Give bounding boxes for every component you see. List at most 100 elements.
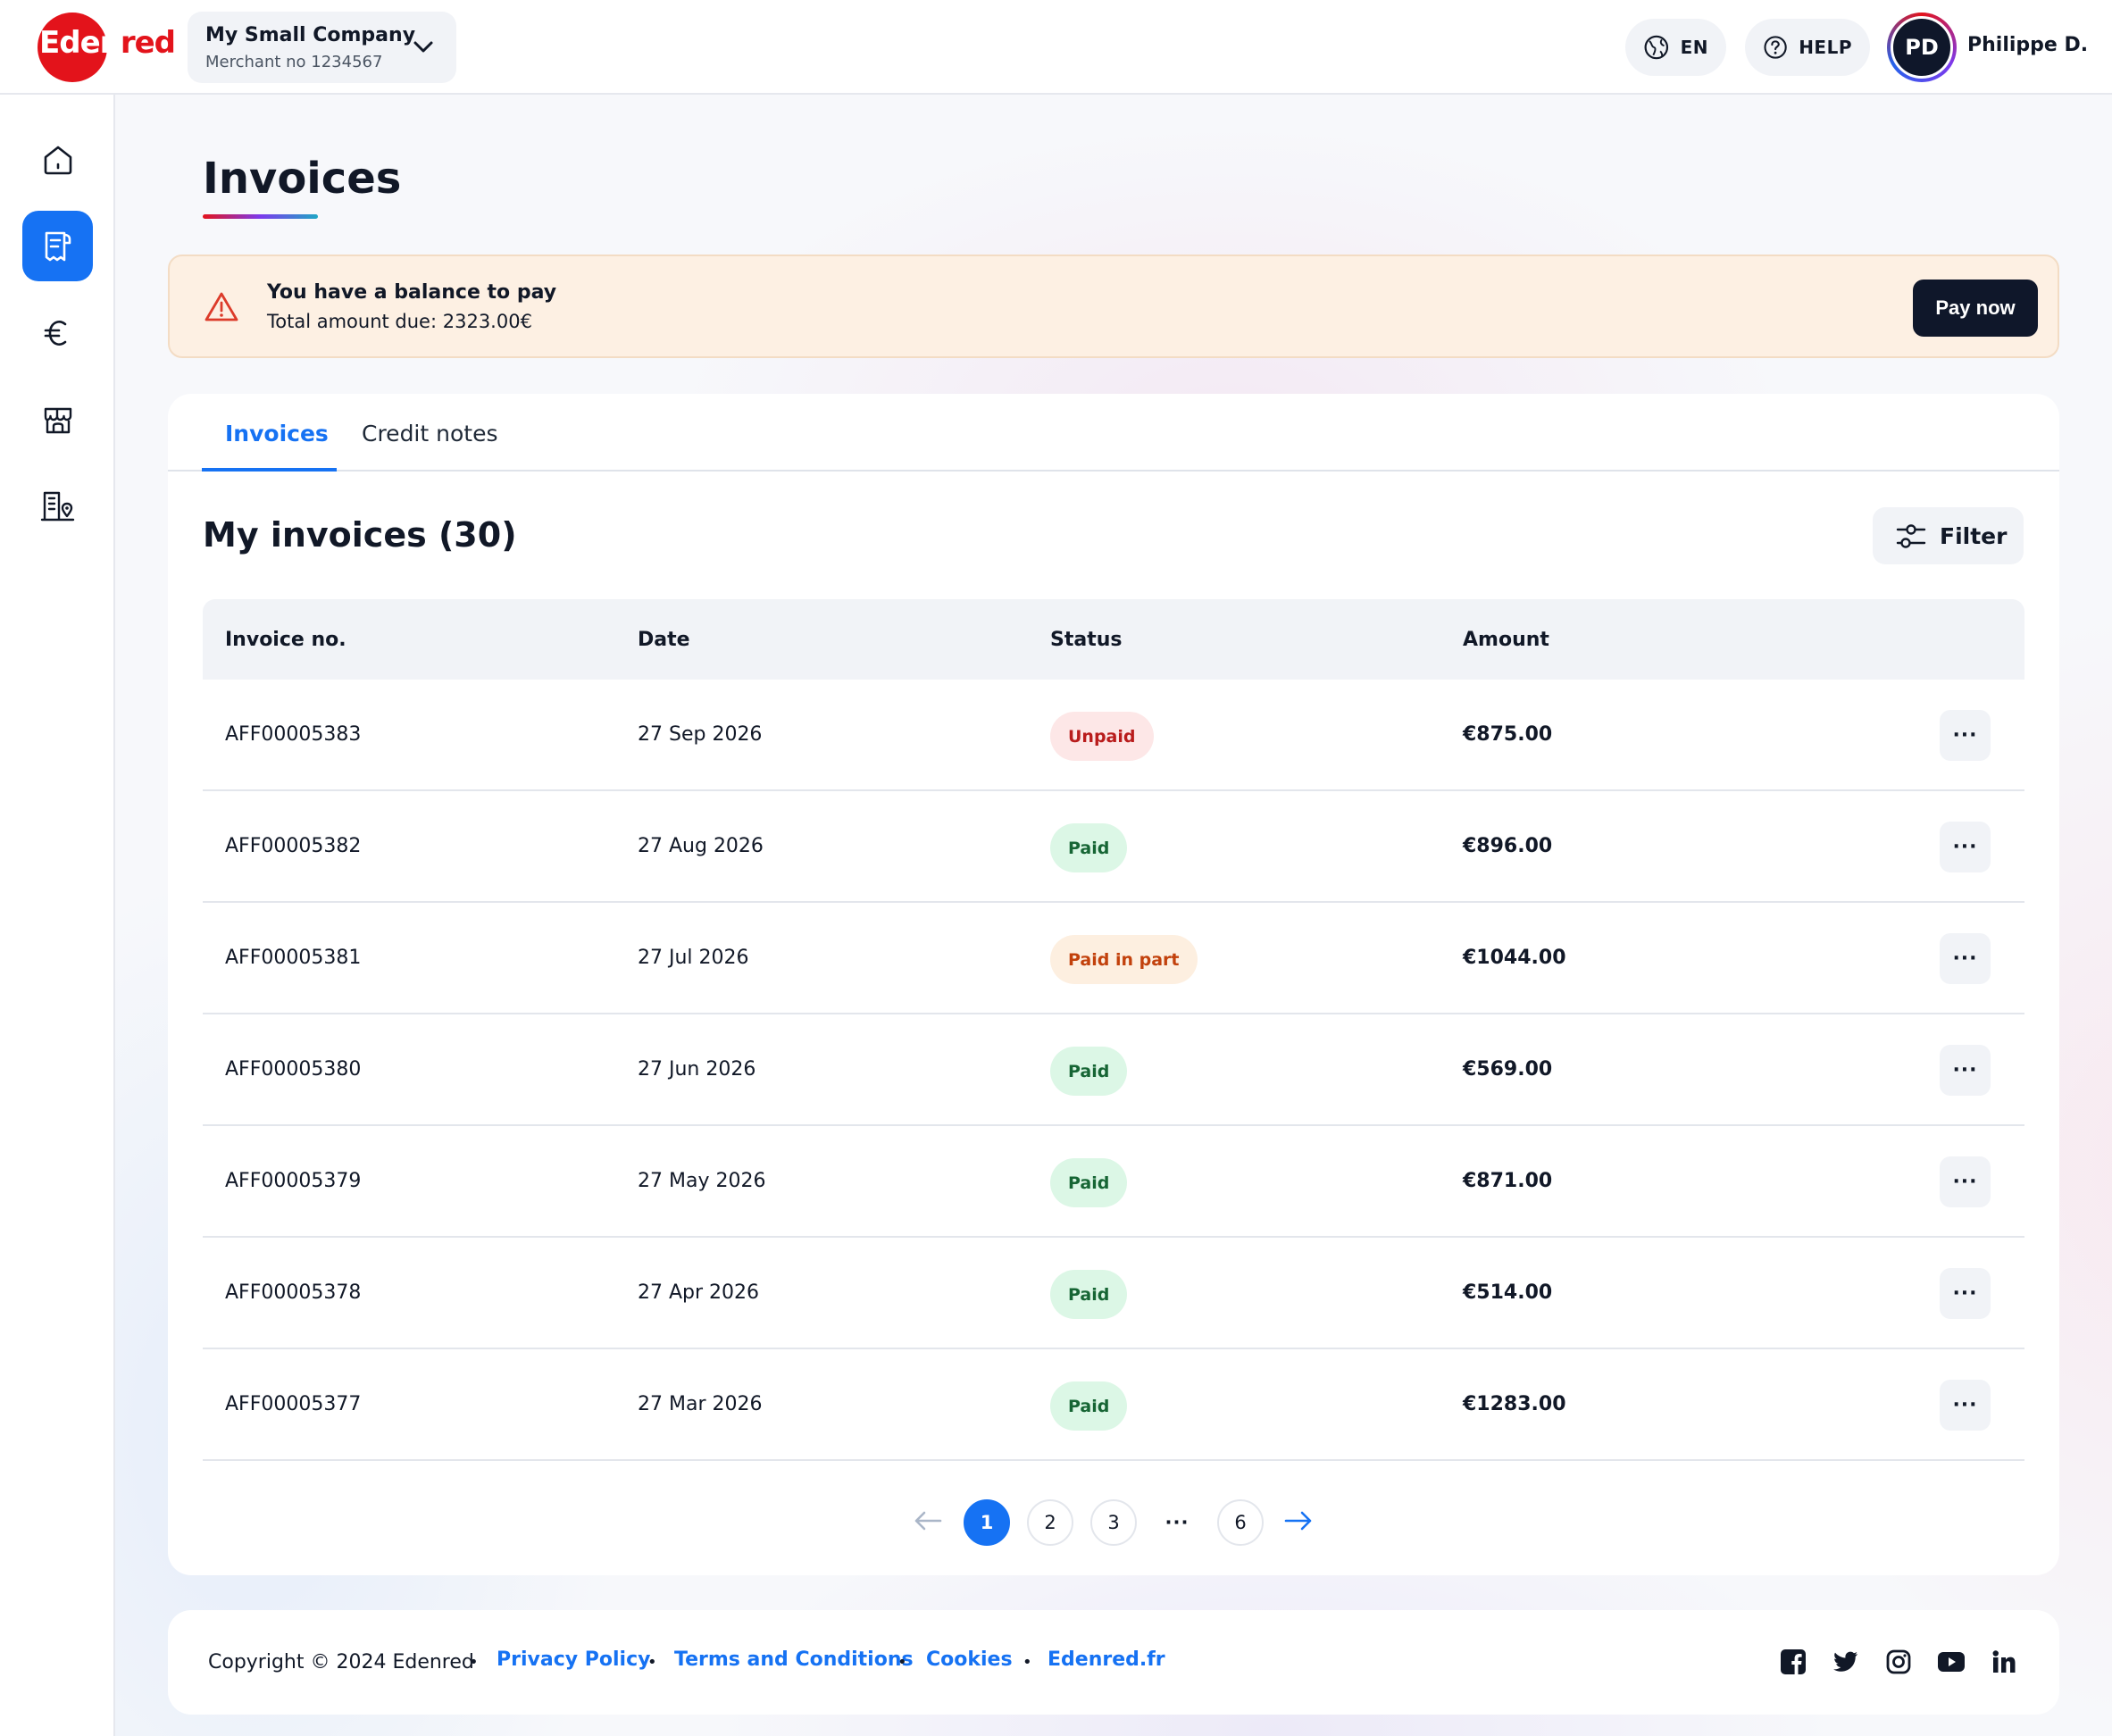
invoice-date: 27 Aug 2026 [638, 835, 764, 857]
avatar[interactable]: PD [1887, 13, 1957, 82]
page-6-button[interactable]: 6 [1217, 1499, 1264, 1546]
more-options-button[interactable]: ··· [1940, 710, 1991, 761]
footer-separator: • [469, 1653, 479, 1672]
help-button[interactable]: HELP [1745, 19, 1870, 76]
store-icon [44, 407, 71, 433]
filter-label: Filter [1940, 522, 2008, 549]
table-row[interactable]: AFF00005382 27 Aug 2026 Paid €896.00 ··· [203, 791, 2024, 903]
balance-alert: You have a balance to pay Total amount d… [168, 255, 2059, 358]
invoice-date: 27 Mar 2026 [638, 1393, 763, 1415]
footer-separator: • [647, 1653, 657, 1672]
status-badge: Paid [1050, 1381, 1128, 1431]
invoice-number: AFF00005378 [225, 1281, 362, 1304]
invoice-date: 27 Jun 2026 [638, 1058, 756, 1081]
building-location-icon [40, 491, 74, 521]
filter-button[interactable]: Filter [1873, 507, 2024, 564]
table-row[interactable]: AFF00005377 27 Mar 2026 Paid €1283.00 ··· [203, 1349, 2024, 1461]
invoice-number: AFF00005379 [225, 1170, 362, 1192]
status-badge: Paid [1050, 1047, 1128, 1096]
chevron-down-icon [413, 41, 433, 53]
sidebar-item-stores[interactable] [22, 384, 93, 455]
more-options-button[interactable]: ··· [1940, 933, 1991, 984]
table-row[interactable]: AFF00005383 27 Sep 2026 Unpaid €875.00 ··· [203, 680, 2024, 791]
more-options-button[interactable]: ··· [1940, 1268, 1991, 1319]
invoice-amount: €875.00 [1463, 723, 1553, 746]
sidebar-item-payments[interactable] [22, 297, 93, 368]
tab-credit-notes[interactable]: Credit notes [362, 421, 497, 447]
status-badge: Paid [1050, 823, 1128, 872]
home-icon [44, 146, 71, 174]
help-label: HELP [1799, 37, 1852, 58]
invoice-date: 27 Apr 2026 [638, 1281, 760, 1304]
sidebar-item-home[interactable] [22, 124, 93, 195]
page-1-button[interactable]: 1 [964, 1499, 1010, 1546]
pagination: 1 2 3 ··· 6 [168, 1494, 2059, 1548]
invoices-card: Invoices Credit notes My invoices (30) F… [168, 394, 2059, 1575]
column-header-amount[interactable]: Amount [1463, 629, 1549, 651]
company-selector[interactable]: My Small Company Merchant no 1234567 [188, 12, 456, 83]
tab-invoices[interactable]: Invoices [225, 421, 329, 447]
table-row[interactable]: AFF00005380 27 Jun 2026 Paid €569.00 ··· [203, 1014, 2024, 1126]
top-bar: Edenred My Small Company Merchant no 123… [0, 0, 2112, 95]
table-row[interactable]: AFF00005379 27 May 2026 Paid €871.00 ··· [203, 1126, 2024, 1238]
edenred-fr-link[interactable]: Edenred.fr [1048, 1648, 1165, 1671]
status-badge: Unpaid [1050, 712, 1154, 761]
linkedin-icon[interactable] [1988, 1646, 2020, 1678]
invoice-date: 27 Jul 2026 [638, 947, 749, 969]
table-row[interactable]: AFF00005381 27 Jul 2026 Paid in part €1044.… [203, 903, 2024, 1014]
invoice-date: 27 May 2026 [638, 1170, 766, 1192]
avatar-initials: PD [1891, 16, 1953, 79]
alert-amount-due: Total amount due: 2323.00€ [267, 311, 532, 332]
page-title: Invoices [203, 154, 402, 204]
twitter-icon[interactable] [1830, 1646, 1862, 1678]
invoice-amount: €569.00 [1463, 1058, 1553, 1081]
invoice-number: AFF00005377 [225, 1393, 362, 1415]
column-header-date[interactable]: Date [638, 629, 690, 651]
column-header-status[interactable]: Status [1050, 629, 1122, 651]
euro-icon [44, 320, 66, 346]
terms-link[interactable]: Terms and Conditions [674, 1648, 914, 1671]
footer: Copyright © 2024 Edenred • Privacy Polic… [168, 1610, 2059, 1715]
invoice-amount: €1044.00 [1463, 947, 1566, 969]
arrow-right-icon[interactable] [1282, 1507, 1315, 1534]
pay-now-button[interactable]: Pay now [1913, 280, 2038, 337]
privacy-policy-link[interactable]: Privacy Policy [497, 1648, 650, 1671]
cookies-link[interactable]: Cookies [926, 1648, 1013, 1671]
language-code: EN [1680, 37, 1708, 58]
table-row[interactable]: AFF00005378 27 Apr 2026 Paid €514.00 ··· [203, 1238, 2024, 1349]
more-options-button[interactable]: ··· [1940, 1156, 1991, 1207]
invoice-amount: €871.00 [1463, 1170, 1553, 1192]
instagram-icon[interactable] [1882, 1646, 1915, 1678]
youtube-icon[interactable] [1935, 1646, 1967, 1678]
alert-title: You have a balance to pay [267, 281, 557, 304]
globe-icon [1644, 35, 1669, 60]
more-options-button[interactable]: ··· [1940, 1045, 1991, 1096]
table-header: Invoice no. Date Status Amount [203, 599, 2024, 680]
page-3-button[interactable]: 3 [1090, 1499, 1137, 1546]
more-options-button[interactable]: ··· [1940, 1380, 1991, 1431]
filter-sliders-icon [1896, 524, 1926, 548]
invoice-number: AFF00005381 [225, 947, 362, 969]
invoice-icon [45, 231, 71, 261]
facebook-icon[interactable] [1777, 1646, 1809, 1678]
language-selector[interactable]: EN [1625, 19, 1726, 76]
tabs-bar: Invoices Credit notes [168, 394, 2059, 472]
column-header-invoice-no[interactable]: Invoice no. [225, 629, 346, 651]
active-tab-indicator [202, 468, 337, 472]
footer-separator: • [1023, 1653, 1032, 1672]
sidebar-item-invoices[interactable] [22, 211, 93, 281]
invoice-number: AFF00005380 [225, 1058, 362, 1081]
status-badge: Paid [1050, 1270, 1128, 1319]
invoice-list-title: My invoices (30) [203, 515, 517, 555]
more-options-button[interactable]: ··· [1940, 822, 1991, 872]
sidebar-item-sites[interactable] [22, 471, 93, 541]
merchant-number: Merchant no 1234567 [205, 53, 383, 71]
status-badge: Paid in part [1050, 935, 1198, 984]
user-name[interactable]: Philippe D. [1967, 34, 2088, 56]
company-name: My Small Company [205, 24, 416, 46]
status-badge: Paid [1050, 1158, 1128, 1207]
invoice-number: AFF00005382 [225, 835, 362, 857]
page-2-button[interactable]: 2 [1027, 1499, 1073, 1546]
copyright-text: Copyright © 2024 Edenred [208, 1651, 474, 1673]
arrow-left-icon[interactable] [912, 1507, 944, 1534]
